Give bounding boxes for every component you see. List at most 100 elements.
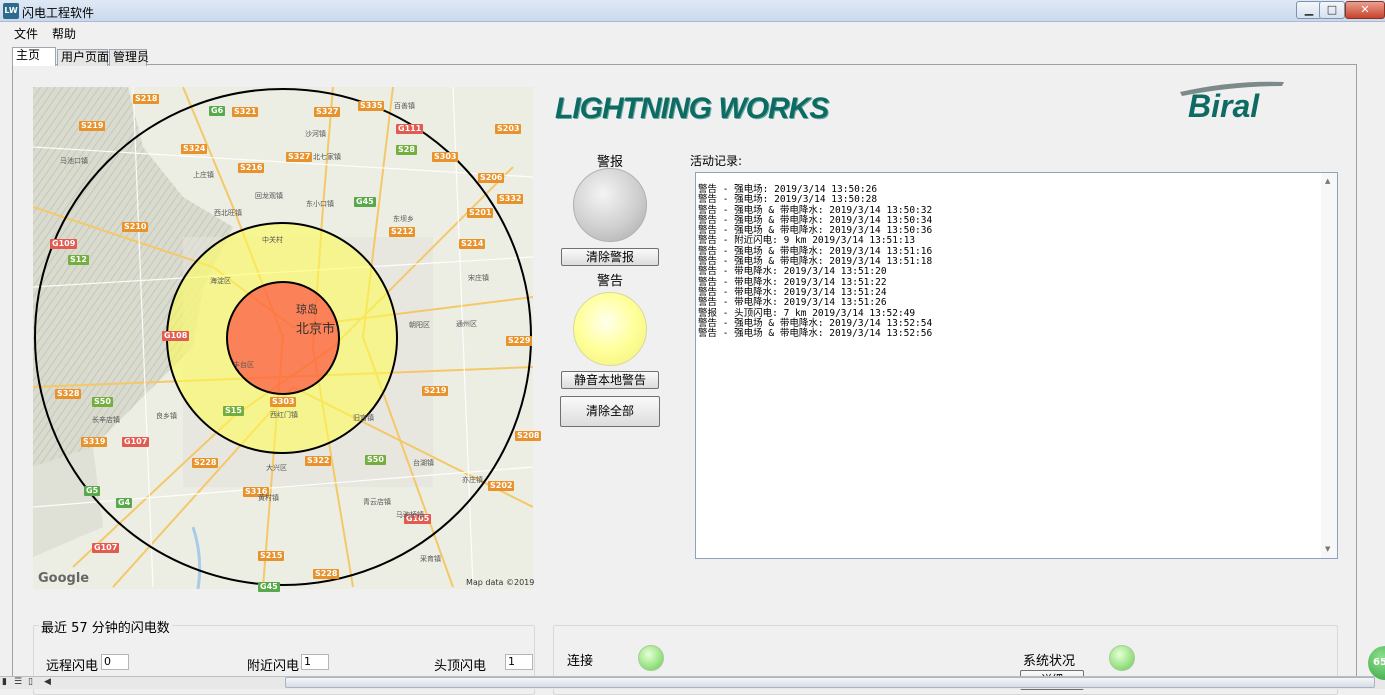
menu-help[interactable]: 帮助 [52,25,76,42]
road-shield-label: G45 [354,197,376,207]
biral-logo: Biral [1188,88,1260,124]
map-district-label: 琼岛 [296,303,318,316]
road-shield-label: S216 [238,163,265,173]
road-shield-label: G6 [209,106,226,116]
map-place-label: 良乡镇 [156,412,177,420]
window-title: 闪电工程软件 [22,6,95,20]
horizontal-scrollbar[interactable] [285,677,1375,688]
map-place-label: 回龙观镇 [255,192,283,200]
map-place-label: 东小口镇 [306,200,334,208]
map-place-label: 西北旺镇 [214,209,242,217]
road-shield-label: S219 [79,121,106,131]
map-place-label: 采育镇 [420,555,441,563]
scroll-down-icon[interactable]: ▼ [1325,545,1330,553]
road-shield-label: S50 [365,455,386,465]
log-entry: 警告 - 强电场 & 带电降水: 2019/3/14 13:52:56 [698,328,933,340]
road-shield-label: S332 [497,194,524,204]
system-status-led [1109,645,1135,671]
tray-badge: 65 [1368,646,1385,680]
map-place-label: 马驹桥镇 [396,511,424,519]
clear-alarm-button[interactable]: 清除警报 [561,248,659,266]
map-place-label: 大兴区 [266,464,287,472]
activity-log-scrollbar[interactable]: ▲ ▼ [1321,173,1337,558]
app-icon: LW [3,3,19,19]
road-shield-label: S215 [258,551,285,561]
map-place-label: 丰台区 [233,361,254,369]
road-shield-label: S303 [432,152,459,162]
road-shield-label: G109 [50,239,78,249]
road-shield-label: S228 [192,458,219,468]
road-shield-label: S201 [467,208,494,218]
road-shield-label: G107 [92,543,120,553]
book-icon[interactable]: ▯ [28,677,33,687]
road-shield-label: G5 [84,486,101,496]
lightning-works-logo: LIGHTNING WORKS [555,92,829,125]
road-shield-label: G45 [258,582,280,592]
overhead-lightning-count: 1 [505,654,533,670]
road-shield-label: S202 [488,481,515,491]
road-shield-label: S206 [478,173,505,183]
tab-admin[interactable]: 管理员 [109,49,149,66]
lightning-map[interactable] [33,87,533,589]
map-place-label: 海淀区 [210,277,231,285]
maximize-button[interactable]: □ [1319,1,1345,19]
activity-log-box[interactable]: 警告 - 强电场: 2019/3/14 13:50:26 警告 - 强电场: 20… [695,172,1338,559]
google-logo: Google [38,571,90,586]
map-place-label: 宋庄镇 [468,274,489,282]
road-shield-label: S228 [313,569,340,579]
title-bar: LW 闪电工程软件 ▁ □ ✕ [0,0,1385,22]
map-city-label: 北京市 [296,322,336,337]
road-shield-label: S328 [55,389,82,399]
road-shield-label: S219 [422,386,449,396]
menu-file[interactable]: 文件 [14,25,38,42]
road-shield-label: S324 [181,144,208,154]
remote-lightning-label: 远程闪电 [46,659,99,674]
road-shield-label: G111 [396,124,424,134]
road-shield-label: S322 [305,456,332,466]
road-shield-label: S229 [506,336,533,346]
road-shield-label: S335 [358,101,385,111]
remote-lightning-count: 0 [101,654,129,670]
road-shield-label: S208 [515,431,542,441]
road-shield-label: S12 [68,255,89,265]
connection-led [638,645,664,671]
map-place-label: 黄村镇 [258,494,279,502]
map-place-label: 中关村 [262,236,283,244]
road-shield-label: S50 [92,397,113,407]
clear-all-button[interactable]: 清除全部 [560,396,660,427]
map-place-label: 旧宫镇 [353,414,374,422]
map-place-label: 通州区 [456,320,477,328]
system-status-label: 系统状况 [1023,654,1076,669]
tab-home[interactable]: 主页 [12,47,56,66]
map-place-label: 马池口镇 [60,157,88,165]
map-place-label: 东坝乡 [393,215,414,223]
map-place-label: 上庄镇 [193,171,214,179]
overhead-lightning-label: 头顶闪电 [434,659,487,674]
road-shield-label: S303 [270,397,297,407]
road-shield-label: S214 [459,239,486,249]
road-shield-label: S218 [133,94,160,104]
menu-bar: 文件 帮助 [0,22,1385,42]
map-graphics [33,87,533,589]
tab-user-page[interactable]: 用户页面 [57,49,109,66]
close-button[interactable]: ✕ [1345,1,1385,19]
road-shield-label: G107 [122,437,150,447]
sheet-icon[interactable]: ▮ [2,677,7,687]
nearby-lightning-count: 1 [301,654,329,670]
map-place-label: 西红门镇 [270,411,298,419]
road-shield-label: S203 [495,124,522,134]
warning-indicator [573,292,647,366]
road-shield-label: S327 [286,152,313,162]
map-place-label: 百善镇 [394,102,415,110]
scroll-up-icon[interactable]: ▲ [1325,177,1330,185]
road-shield-label: G108 [162,331,190,341]
map-place-label: 台湖镇 [413,459,434,467]
road-shield-label: S15 [223,406,244,416]
mute-local-warning-button[interactable]: 静音本地警告 [561,371,659,389]
alarm-indicator [573,168,647,242]
layout-icon[interactable]: ☰ [14,677,22,687]
nearby-lightning-label: 附近闪电 [247,659,300,674]
scroll-left-icon[interactable]: ◀ [44,677,51,687]
road-shield-label: G4 [116,498,133,508]
road-shield-label: S321 [232,107,259,117]
